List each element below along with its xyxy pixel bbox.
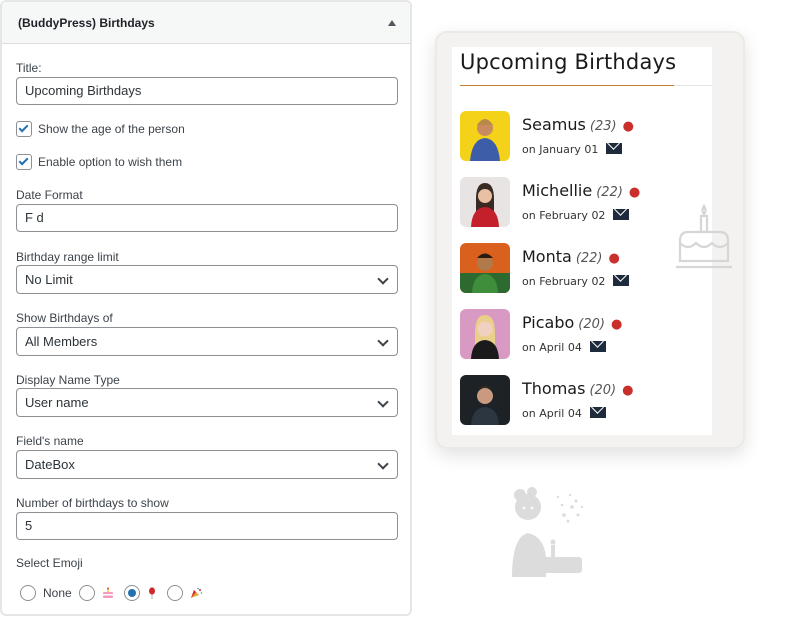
chevron-down-icon <box>377 458 389 470</box>
show-age-checkbox[interactable] <box>16 121 32 137</box>
balloon-icon: ● <box>608 251 620 266</box>
title-rule <box>674 85 712 86</box>
emoji-option-balloon[interactable] <box>123 585 160 601</box>
birthday-date-line: on February 02 <box>522 209 630 222</box>
count-input[interactable]: 5 <box>16 512 398 540</box>
radio-cake[interactable] <box>78 585 95 601</box>
avatar <box>460 177 510 227</box>
person-name[interactable]: Seamus <box>522 115 586 134</box>
party-popper-emoji-icon <box>190 587 202 598</box>
avatar <box>460 309 510 359</box>
check-icon <box>18 155 29 166</box>
birthday-person-illustration <box>512 487 584 577</box>
birthday-date-line: on February 02 <box>522 275 630 288</box>
birthday-date-line: on April 04 <box>522 341 606 354</box>
cake-outline-icon <box>676 203 732 269</box>
person-name-line: Picabo (20) ● <box>522 313 622 332</box>
person-age: (22) <box>575 251 603 266</box>
mail-icon[interactable] <box>589 407 606 418</box>
widget-title: (BuddyPress) Birthdays <box>18 15 155 30</box>
emoji-label: Select Emoji <box>16 556 83 570</box>
chevron-down-icon <box>377 396 389 408</box>
balloon-icon: ● <box>622 119 634 134</box>
balloon-emoji-icon <box>148 587 155 599</box>
birthday-date: on January 01 <box>522 143 599 156</box>
show-of-label: Show Birthdays of <box>16 311 113 325</box>
date-format-label: Date Format <box>16 188 83 202</box>
range-label: Birthday range limit <box>16 250 119 264</box>
title-label: Title: <box>16 61 42 75</box>
person-name[interactable]: Monta <box>522 247 572 266</box>
show-of-select[interactable]: All Members <box>16 327 398 356</box>
date-format-input[interactable]: F d <box>16 204 398 232</box>
person-name-line: Thomas (20) ● <box>522 379 633 398</box>
birthday-date-line: on April 04 <box>522 407 606 420</box>
card-title: Upcoming Birthdays <box>460 50 677 74</box>
person-name[interactable]: Picabo <box>522 313 574 332</box>
show-age-label: Show the age of the person <box>38 122 185 136</box>
mail-icon[interactable] <box>613 209 630 220</box>
range-value: No Limit <box>25 272 73 287</box>
title-underline <box>460 85 674 86</box>
title-input[interactable]: Upcoming Birthdays <box>16 77 398 105</box>
avatar <box>460 243 510 293</box>
birthday-date: on February 02 <box>522 275 606 288</box>
birthday-item: Picabo (20) ● on April 04 <box>460 309 710 359</box>
mail-icon[interactable] <box>589 341 606 352</box>
emoji-radio-group: None <box>20 585 213 601</box>
field-name-label: Field's name <box>16 434 84 448</box>
balloon-icon: ● <box>610 317 623 332</box>
chevron-down-icon <box>377 273 389 285</box>
mail-icon[interactable] <box>613 275 630 286</box>
avatar <box>460 375 510 425</box>
cake-emoji-icon <box>102 587 113 598</box>
name-type-label: Display Name Type <box>16 373 120 387</box>
widget-header[interactable]: (BuddyPress) Birthdays <box>2 2 410 44</box>
chevron-down-icon <box>377 335 389 347</box>
show-age-option[interactable]: Show the age of the person <box>16 121 185 137</box>
person-name[interactable]: Michellie <box>522 181 592 200</box>
birthday-item: Thomas (20) ● on April 04 <box>460 375 710 425</box>
balloon-icon: ● <box>622 383 634 398</box>
birthday-date: on February 02 <box>522 209 606 222</box>
birthday-item: Seamus (23) ● on January 01 <box>460 111 710 161</box>
wish-checkbox[interactable] <box>16 154 32 170</box>
range-select[interactable]: No Limit <box>16 265 398 294</box>
radio-none-label: None <box>43 586 72 600</box>
avatar <box>460 111 510 161</box>
birthday-date-line: on January 01 <box>522 143 623 156</box>
wish-label: Enable option to wish them <box>38 155 183 169</box>
person-age: (22) <box>596 185 623 200</box>
collapse-arrow-icon[interactable] <box>388 19 396 26</box>
balloon-icon: ● <box>628 185 641 200</box>
person-name-line: Michellie (22) ● <box>522 181 640 200</box>
person-name[interactable]: Thomas <box>522 379 585 398</box>
wish-option[interactable]: Enable option to wish them <box>16 154 182 170</box>
person-name-line: Seamus (23) ● <box>522 115 634 134</box>
field-name-select[interactable]: DateBox <box>16 450 398 479</box>
show-of-value: All Members <box>25 334 98 349</box>
count-label: Number of birthdays to show <box>16 496 169 510</box>
birthday-date: on April 04 <box>522 341 582 354</box>
emoji-option-cake[interactable] <box>78 585 117 601</box>
birthday-date: on April 04 <box>522 407 582 420</box>
emoji-option-none[interactable]: None <box>20 585 72 601</box>
name-type-select[interactable]: User name <box>16 388 398 417</box>
radio-party[interactable] <box>166 585 183 601</box>
mail-icon[interactable] <box>606 143 623 154</box>
radio-none[interactable] <box>20 585 36 601</box>
person-age: (20) <box>578 317 605 332</box>
person-age: (20) <box>589 383 617 398</box>
field-name-value: DateBox <box>25 457 75 472</box>
radio-balloon[interactable] <box>123 585 140 601</box>
check-icon <box>18 122 29 133</box>
emoji-option-party[interactable] <box>166 585 206 601</box>
person-age: (23) <box>589 119 617 134</box>
name-type-value: User name <box>25 395 89 410</box>
person-name-line: Monta (22) ● <box>522 247 620 266</box>
